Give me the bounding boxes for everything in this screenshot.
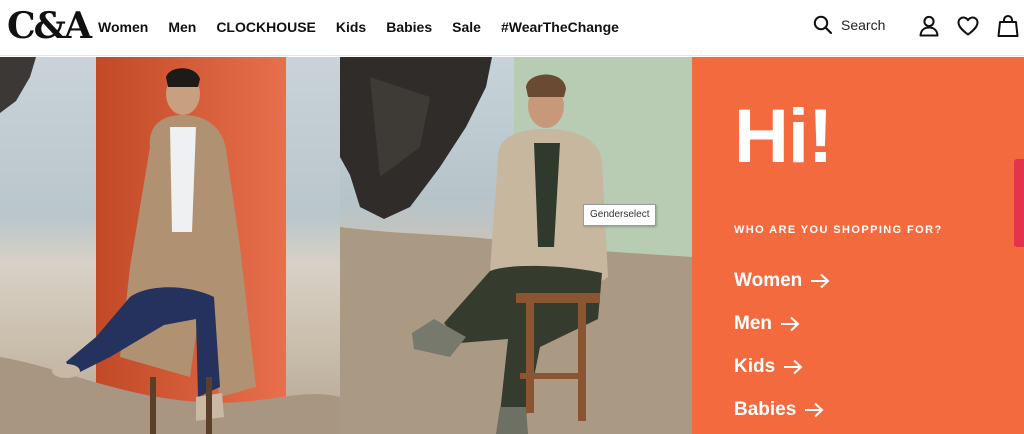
main-nav: Women Men CLOCKHOUSE Kids Babies Sale #W… — [98, 17, 639, 37]
nav-item-sale[interactable]: Sale — [452, 17, 481, 37]
search-label: Search — [841, 17, 886, 33]
shop-women-link[interactable]: Women — [734, 259, 830, 302]
arrow-right-icon — [805, 402, 824, 417]
shop-babies-link[interactable]: Babies — [734, 388, 830, 431]
hero-banner: Hi! WHO ARE YOU SHOPPING FOR? Women Men … — [0, 57, 1024, 434]
shop-babies-label: Babies — [734, 398, 797, 420]
arrow-right-icon — [811, 273, 830, 288]
nav-item-babies[interactable]: Babies — [386, 17, 432, 37]
nav-item-women[interactable]: Women — [98, 17, 148, 37]
shopping-for-label: WHO ARE YOU SHOPPING FOR? — [734, 224, 943, 236]
shop-men-label: Men — [734, 312, 772, 334]
search-icon — [813, 15, 833, 35]
shopping-bag-icon[interactable] — [996, 14, 1020, 38]
side-feedback-tab[interactable] — [1014, 159, 1024, 247]
gender-select-list: Women Men Kids Babies — [734, 259, 830, 431]
site-header: C&A Women Men CLOCKHOUSE Kids Babies Sal… — [0, 0, 1024, 56]
logo[interactable]: C&A — [7, 6, 92, 46]
nav-item-men[interactable]: Men — [168, 17, 196, 37]
user-icon[interactable] — [917, 14, 941, 38]
heart-icon[interactable] — [956, 14, 980, 38]
shop-women-label: Women — [734, 269, 803, 291]
nav-item-clockhouse[interactable]: CLOCKHOUSE — [216, 17, 316, 37]
arrow-right-icon — [781, 316, 800, 331]
arrow-right-icon — [784, 359, 803, 374]
genderselect-tooltip: Genderselect — [583, 204, 657, 226]
search-button[interactable]: Search — [813, 15, 885, 35]
greeting-heading: Hi! — [734, 94, 833, 179]
nav-item-kids[interactable]: Kids — [336, 17, 366, 37]
hero-image-woman — [0, 57, 340, 434]
hero-image-man — [340, 57, 692, 434]
shop-kids-label: Kids — [734, 355, 776, 377]
shop-men-link[interactable]: Men — [734, 302, 830, 345]
shop-kids-link[interactable]: Kids — [734, 345, 830, 388]
nav-item-wearthechange[interactable]: #WearTheChange — [501, 17, 619, 37]
gender-select-panel: Hi! WHO ARE YOU SHOPPING FOR? Women Men … — [692, 57, 1024, 434]
